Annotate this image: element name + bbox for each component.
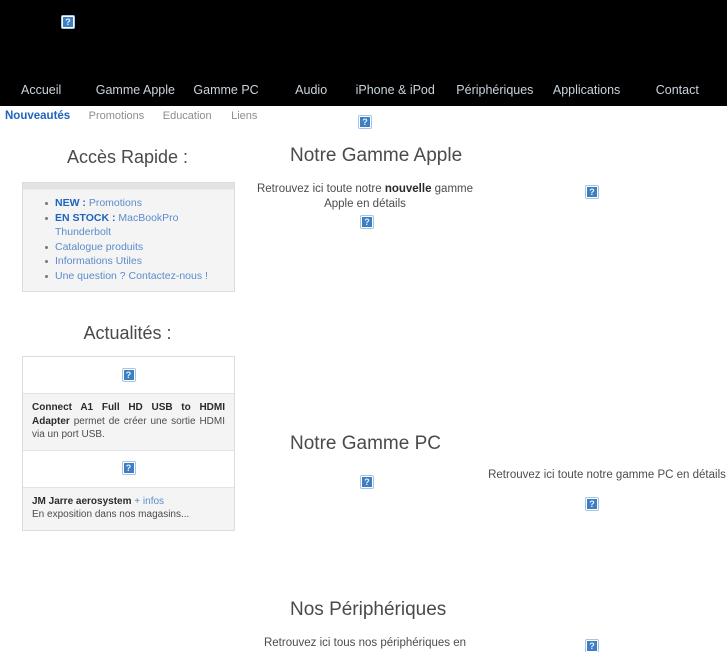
quick-access-badge: NEW : [55,197,86,209]
broken-image-icon [122,368,135,381]
lede-prefix: Retrouvez ici toute notre gamme PC en dé… [488,469,726,481]
quick-access-panel: NEW : Promotions EN STOCK : MacBookPro T… [22,182,235,292]
nav-item-accueil[interactable]: Accueil [21,78,61,102]
news-image-cell[interactable] [23,357,234,394]
news-panel: Connect A1 Full HD USB to HDMI Adapter p… [22,356,235,531]
list-item[interactable]: Une question ? Contactez-nous ! [45,269,234,284]
section-title: Notre Gamme Apple [290,145,463,166]
broken-image-icon [361,216,373,228]
list-item[interactable]: Catalogue produits [45,240,234,255]
broken-image-icon [586,640,598,652]
nav-item-applications[interactable]: Applications [553,78,620,102]
section-title: Notre Gamme PC [290,433,441,454]
news-image-cell[interactable] [23,450,234,488]
broken-image-icon [361,476,373,488]
news-headline: JM Jarre aerosystem [32,495,132,507]
nav-item-gamme-pc[interactable]: Gamme PC [193,78,258,102]
broken-image-icon [586,186,598,198]
site-logo[interactable] [62,13,74,31]
lede-strong: nouvelle [384,183,432,195]
lede-prefix: Retrouvez ici tous nos périphériques en [263,637,466,649]
news-infos-link[interactable]: + infos [134,496,164,507]
quick-access-link[interactable]: Informations Utiles [55,255,142,267]
nav-item-contact[interactable]: Contact [656,78,699,102]
quick-access-badge: EN STOCK : [55,211,116,224]
sidebar: Accès Rapide : NEW : Promotions EN STOCK… [0,110,255,531]
quick-access-link[interactable]: Catalogue produits [55,241,143,253]
nav-item-peripheriques[interactable]: Périphériques [456,78,533,102]
list-item[interactable]: EN STOCK : MacBookPro Thunderbolt [45,211,234,240]
section-lede: Retrouvez ici toute notre gamme PC en dé… [487,468,727,483]
list-item[interactable]: Informations Utiles [45,254,234,269]
nav-item-gamme-apple[interactable]: Gamme Apple [96,78,175,102]
section-lede: Retrouvez ici toute notre nouvelle gamme… [255,182,475,212]
broken-image-icon [586,498,598,510]
section-lede: Retrouvez ici tous nos périphériques en [255,636,475,651]
news-text-cell: Connect A1 Full HD USB to HDMI Adapter p… [23,394,234,451]
list-item[interactable]: NEW : Promotions [45,196,234,211]
quick-access-link[interactable]: Une question ? Contactez-nous ! [55,270,208,282]
quick-access-link[interactable]: Promotions [86,197,142,209]
broken-image-icon [122,462,135,475]
news-title: Actualités : [83,323,172,343]
quick-access-list: NEW : Promotions EN STOCK : MacBookPro T… [23,190,234,291]
news-text-cell: JM Jarre aerosystem + infos En expositio… [23,487,234,530]
panel-top-strip [23,183,234,190]
section-title: Nos Périphériques [290,599,447,620]
broken-image-icon [359,116,371,128]
quick-access-title: Accès Rapide : [66,147,189,167]
site-header: Accueil Gamme Apple Gamme PC Audio iPhon… [0,0,727,110]
nav-item-iphone-ipod[interactable]: iPhone & iPod [356,78,435,102]
broken-image-icon [62,15,74,28]
nav-item-audio[interactable]: Audio [295,78,327,102]
lede-prefix: Retrouvez ici toute notre [256,183,385,195]
news-body: En exposition dans nos magasins... [32,509,190,520]
